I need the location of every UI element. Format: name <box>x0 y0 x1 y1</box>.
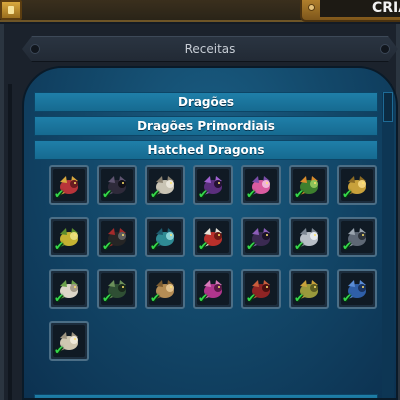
check-icon: ✔ <box>342 291 353 305</box>
check-icon: ✔ <box>294 291 305 305</box>
rivet-icon <box>308 4 315 11</box>
recipe-slot[interactable]: ✔ <box>337 165 377 205</box>
check-icon: ✔ <box>150 291 161 305</box>
recipe-slot[interactable]: ✔ <box>49 321 89 361</box>
top-bar: CRIA <box>0 0 400 22</box>
check-icon: ✔ <box>246 291 257 305</box>
scrollbar[interactable] <box>382 92 394 398</box>
check-icon: ✔ <box>102 187 113 201</box>
craft-tab-inner: CRIA <box>320 0 400 17</box>
check-icon: ✔ <box>54 343 65 357</box>
check-icon: ✔ <box>198 187 209 201</box>
panel-title: Receitas <box>184 42 236 56</box>
check-icon: ✔ <box>150 239 161 253</box>
recipe-slot[interactable]: ✔ <box>241 165 281 205</box>
recipe-slot[interactable]: ✔ <box>193 217 233 257</box>
craft-tab[interactable]: CRIA <box>300 0 400 22</box>
scrollbar-thumb[interactable] <box>383 92 393 122</box>
category-primordial-dragons[interactable]: Dragões Primordiais <box>34 116 378 136</box>
recipe-slot[interactable]: ✔ <box>289 269 329 309</box>
check-icon: ✔ <box>150 187 161 201</box>
craft-tab-label: CRIA <box>372 0 400 16</box>
check-icon: ✔ <box>54 239 65 253</box>
check-icon: ✔ <box>294 239 305 253</box>
recipe-slot[interactable]: ✔ <box>193 165 233 205</box>
menu-emblem-icon[interactable] <box>0 0 22 20</box>
check-icon: ✔ <box>198 291 209 305</box>
check-icon: ✔ <box>102 291 113 305</box>
recipe-slot[interactable]: ✔ <box>49 269 89 309</box>
next-category-strip[interactable] <box>34 394 378 398</box>
recipe-slot[interactable]: ✔ <box>145 217 185 257</box>
recipe-slot[interactable]: ✔ <box>289 217 329 257</box>
category-dragons[interactable]: Dragões <box>34 92 378 112</box>
recipe-slot[interactable]: ✔ <box>241 269 281 309</box>
check-icon: ✔ <box>246 239 257 253</box>
recipe-slot[interactable]: ✔ <box>289 165 329 205</box>
recipe-slot[interactable]: ✔ <box>337 217 377 257</box>
recipe-slot[interactable]: ✔ <box>97 269 137 309</box>
recipes-content: Dragões Dragões Primordiais Hatched Drag… <box>22 66 398 400</box>
recipe-slot[interactable]: ✔ <box>49 217 89 257</box>
recipe-slot[interactable]: ✔ <box>241 217 281 257</box>
recipe-slot[interactable]: ✔ <box>97 217 137 257</box>
check-icon: ✔ <box>54 291 65 305</box>
check-icon: ✔ <box>246 187 257 201</box>
check-icon: ✔ <box>342 239 353 253</box>
recipe-slot[interactable]: ✔ <box>97 165 137 205</box>
check-icon: ✔ <box>102 239 113 253</box>
check-icon: ✔ <box>54 187 65 201</box>
category-hatched-dragons[interactable]: Hatched Dragons <box>34 140 378 160</box>
frame-stripe-left <box>8 84 12 400</box>
recipe-slot[interactable]: ✔ <box>193 269 233 309</box>
check-icon: ✔ <box>198 239 209 253</box>
recipe-slot[interactable]: ✔ <box>145 165 185 205</box>
check-icon: ✔ <box>294 187 305 201</box>
recipe-slot[interactable]: ✔ <box>49 165 89 205</box>
recipe-slot[interactable]: ✔ <box>337 269 377 309</box>
check-icon: ✔ <box>342 187 353 201</box>
recipe-slot[interactable]: ✔ <box>145 269 185 309</box>
